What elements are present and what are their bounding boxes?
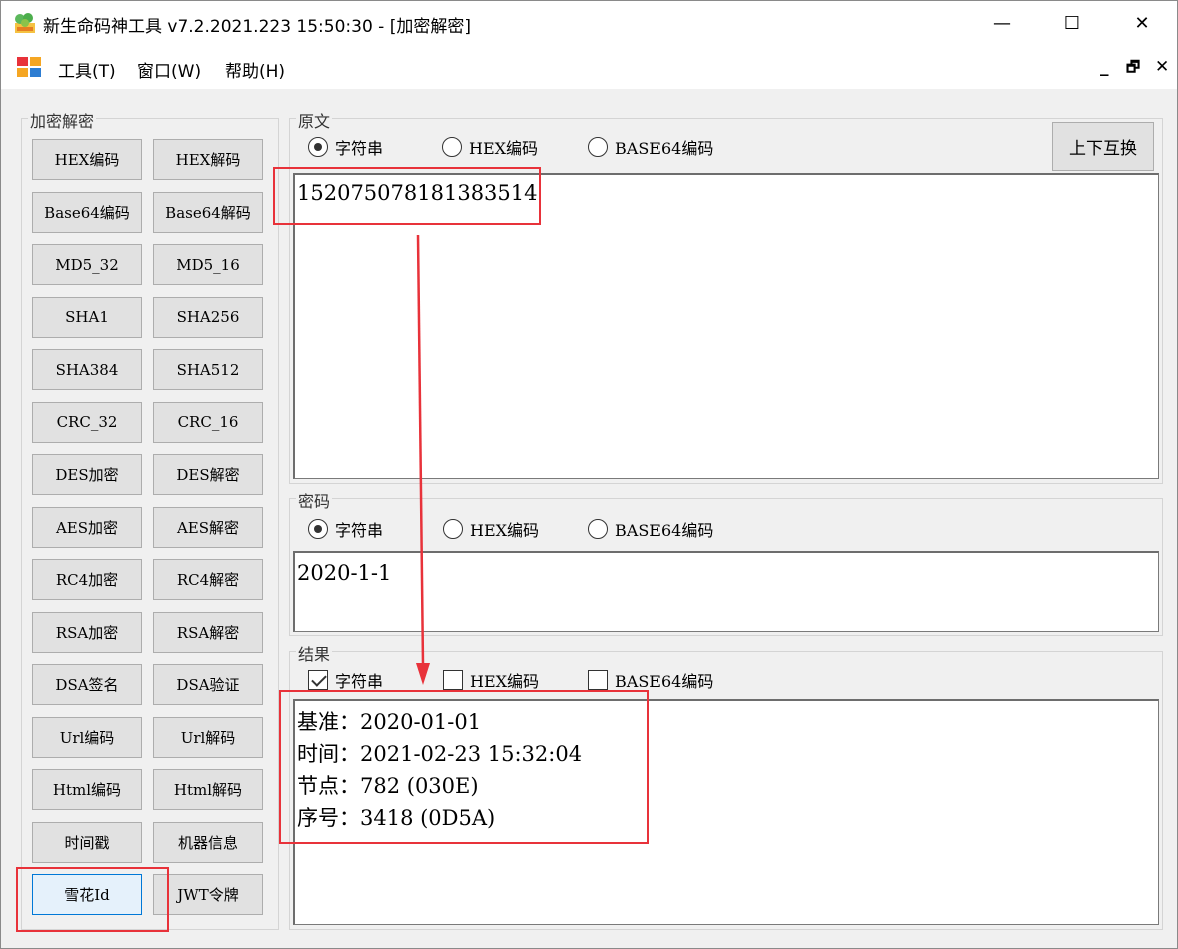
radio-selected-icon xyxy=(308,519,328,539)
mdi-close-icon[interactable]: ✕ xyxy=(1155,57,1169,77)
source-group-title: 原文 xyxy=(296,108,333,132)
password-radio-base64[interactable]: BASE64编码 xyxy=(588,517,713,541)
source-radio-string-label: 字符串 xyxy=(335,139,384,158)
mdi-minimize-icon[interactable]: _ xyxy=(1100,57,1109,77)
algorithm-button[interactable]: CRC_16 xyxy=(153,401,263,443)
radio-empty-icon xyxy=(588,519,608,539)
source-radio-hex-label: HEX编码 xyxy=(469,139,539,158)
algorithm-button[interactable]: JWT令牌 xyxy=(153,874,263,915)
menu-help[interactable]: 帮助(H) xyxy=(225,57,285,82)
app-icon xyxy=(15,13,35,33)
algorithm-button[interactable]: HEX编码 xyxy=(32,139,142,180)
algorithm-button[interactable]: HEX解码 xyxy=(153,139,263,180)
minimize-icon: — xyxy=(993,12,1011,34)
source-radio-hex[interactable]: HEX编码 xyxy=(442,135,538,159)
algorithm-button[interactable]: DSA签名 xyxy=(32,664,142,705)
algorithm-button[interactable]: RC4解密 xyxy=(153,559,263,600)
source-radio-base64-label: BASE64编码 xyxy=(615,139,714,158)
result-check-hex[interactable]: HEX编码 xyxy=(443,668,539,692)
arrow-icon xyxy=(416,234,430,685)
password-radio-hex-label: HEX编码 xyxy=(470,521,540,540)
algorithm-button[interactable]: RSA加密 xyxy=(32,611,142,653)
algorithm-button[interactable]: MD5_16 xyxy=(153,244,263,285)
algorithm-button[interactable]: Url编码 xyxy=(32,716,142,758)
password-radio-string[interactable]: 字符串 xyxy=(308,517,383,541)
window-title: 新生命码神工具 v7.2.2021.223 15:50:30 - [加密解密] xyxy=(43,17,471,37)
algorithm-button[interactable]: RC4加密 xyxy=(32,559,142,600)
app-window: 新生命码神工具 v7.2.2021.223 15:50:30 - [加密解密] … xyxy=(0,0,1178,949)
algorithm-button[interactable]: 时间戳 xyxy=(32,821,142,863)
result-check-string-label: 字符串 xyxy=(335,672,384,691)
algorithm-group-title: 加密解密 xyxy=(28,108,97,132)
algorithm-button[interactable]: SHA256 xyxy=(153,296,263,338)
algorithm-button[interactable]: Html编码 xyxy=(32,769,142,810)
algorithm-button[interactable]: SHA384 xyxy=(32,349,142,390)
minimize-button[interactable]: — xyxy=(967,1,1037,45)
algorithm-button[interactable]: AES加密 xyxy=(32,506,142,548)
maximize-icon: ☐ xyxy=(1063,12,1081,34)
algorithm-button[interactable]: SHA1 xyxy=(32,296,142,338)
radio-empty-icon xyxy=(442,137,462,157)
swap-button[interactable]: 上下互换 xyxy=(1052,122,1154,171)
algorithm-button[interactable]: AES解密 xyxy=(153,506,263,548)
algorithm-button[interactable]: DSA验证 xyxy=(153,664,263,705)
menu-window[interactable]: 窗口(W) xyxy=(137,57,201,82)
algorithm-button[interactable]: Base64解码 xyxy=(153,191,263,233)
algorithm-button[interactable]: Html解码 xyxy=(153,769,263,810)
source-radio-base64[interactable]: BASE64编码 xyxy=(588,135,713,159)
result-check-string[interactable]: 字符串 xyxy=(308,668,383,692)
password-radio-hex[interactable]: HEX编码 xyxy=(443,517,539,541)
close-button[interactable]: ✕ xyxy=(1107,1,1177,45)
close-icon: ✕ xyxy=(1134,12,1150,34)
checkbox-empty-icon xyxy=(443,670,463,690)
result-highlight-box xyxy=(279,690,649,844)
algorithm-button[interactable]: Url解码 xyxy=(153,716,263,758)
title-bar[interactable]: 新生命码神工具 v7.2.2021.223 15:50:30 - [加密解密] … xyxy=(1,1,1177,45)
result-group-title: 结果 xyxy=(296,641,333,665)
checkbox-empty-icon xyxy=(588,670,608,690)
algorithm-button[interactable]: DES解密 xyxy=(153,454,263,495)
source-highlight-box xyxy=(273,167,541,225)
algorithm-button[interactable]: DES加密 xyxy=(32,454,142,495)
algorithm-button[interactable]: RSA解密 xyxy=(153,611,263,653)
password-group-title: 密码 xyxy=(296,488,333,512)
algorithm-button[interactable]: CRC_32 xyxy=(32,401,142,443)
menu-bar: 工具(T) 窗口(W) 帮助(H) _ 🗗 ✕ xyxy=(1,45,1177,89)
radio-selected-icon xyxy=(308,137,328,157)
algorithm-button[interactable]: 机器信息 xyxy=(153,821,263,863)
password-radio-base64-label: BASE64编码 xyxy=(615,521,714,540)
menu-tools[interactable]: 工具(T) xyxy=(58,57,116,82)
maximize-button[interactable]: ☐ xyxy=(1037,1,1107,45)
algorithm-button[interactable]: SHA512 xyxy=(153,349,263,390)
snowflake-highlight-box xyxy=(16,867,169,932)
windows-logo-icon[interactable] xyxy=(15,55,43,79)
source-radio-string[interactable]: 字符串 xyxy=(308,135,383,159)
checkbox-checked-icon xyxy=(308,670,328,690)
radio-empty-icon xyxy=(443,519,463,539)
password-radio-string-label: 字符串 xyxy=(335,521,384,540)
result-check-base64-label: BASE64编码 xyxy=(615,672,714,691)
mdi-restore-icon[interactable]: 🗗 xyxy=(1126,57,1140,82)
result-check-hex-label: HEX编码 xyxy=(470,672,540,691)
algorithm-button[interactable]: Base64编码 xyxy=(32,191,142,233)
result-check-base64[interactable]: BASE64编码 xyxy=(588,668,713,692)
algorithm-button[interactable]: MD5_32 xyxy=(32,244,142,285)
radio-empty-icon xyxy=(588,137,608,157)
password-value: 2020-1-1 xyxy=(297,561,392,585)
